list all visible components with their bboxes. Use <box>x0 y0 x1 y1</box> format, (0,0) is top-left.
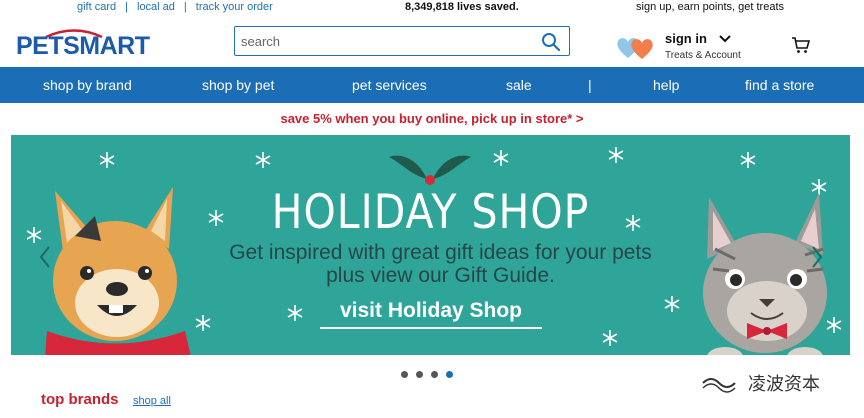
snowflake-icon <box>287 305 303 321</box>
search-input[interactable] <box>241 31 531 51</box>
rewards-promo-link[interactable]: sign up, earn points, get treats <box>636 0 784 14</box>
lives-saved-counter: 8,349,818 lives saved. <box>405 1 519 13</box>
carousel-dots <box>401 371 461 379</box>
nav-sale[interactable]: sale <box>506 77 532 93</box>
carousel-dot-1[interactable] <box>401 371 408 378</box>
pickup-promo-link[interactable]: save 5% when you buy online, pick up in … <box>0 111 864 126</box>
nav-pet-services[interactable]: pet services <box>352 77 427 93</box>
visit-holiday-shop-button[interactable]: visit Holiday Shop <box>320 299 542 329</box>
chevron-down-icon <box>718 35 731 43</box>
site-header: PETSMART sign in Treats & Account <box>0 15 864 67</box>
gift-card-link[interactable]: gift card <box>77 1 116 13</box>
watermark-text: 凌波资本 <box>748 374 820 395</box>
sign-in-label: sign in <box>665 31 707 46</box>
sign-in-menu[interactable]: sign in <box>665 31 731 46</box>
petsmart-logo[interactable]: PETSMART <box>16 26 150 60</box>
banner-subtitle-line1: Get inspired with great gift ideas for y… <box>229 241 652 264</box>
carousel-dot-2[interactable] <box>416 371 423 378</box>
utility-bar: gift card | local ad | track your order 8,34… <box>0 0 864 15</box>
snowflake-icon <box>99 152 115 168</box>
separator: | <box>183 1 187 13</box>
nav-help[interactable]: help <box>653 77 679 93</box>
shop-all-link[interactable]: shop all <box>133 395 171 407</box>
treats-hearts-icon[interactable] <box>616 34 656 60</box>
snowflake-icon <box>493 150 509 166</box>
snowflake-icon <box>740 152 756 168</box>
nav-shop-by-brand[interactable]: shop by brand <box>43 77 132 93</box>
banner-title: HOLIDAY SHOP <box>271 184 590 240</box>
nav-find-a-store[interactable]: find a store <box>745 77 814 93</box>
nav-shop-by-pet[interactable]: shop by pet <box>202 77 274 93</box>
search-icon[interactable] <box>541 32 561 52</box>
top-brands-heading: top brands <box>41 391 119 408</box>
snowflake-icon <box>608 147 624 163</box>
holly-icon <box>389 155 471 185</box>
main-nav: shop by brand shop by pet pet services s… <box>0 67 864 103</box>
logo-wordmark: PETSMART <box>16 32 150 60</box>
local-ad-link[interactable]: local ad <box>137 1 175 13</box>
snowflake-icon <box>195 315 211 331</box>
carousel-dot-4[interactable] <box>446 371 453 378</box>
wechat-watermark-icon <box>702 378 736 393</box>
snowflake-icon <box>255 152 271 168</box>
holiday-banner[interactable]: HOLIDAY SHOP Get inspired with great gif… <box>11 135 850 355</box>
separator: | <box>125 1 128 13</box>
track-order-link[interactable]: track your order <box>196 1 273 13</box>
carousel-dot-3[interactable] <box>431 371 438 378</box>
snowflake-icon <box>602 330 618 346</box>
nav-separator: | <box>588 77 592 93</box>
banner-subtitle-line2: plus view our Gift Guide. <box>326 264 555 287</box>
search-box <box>234 26 570 56</box>
utility-links: gift card | local ad | track your order <box>77 0 273 14</box>
cart-icon[interactable] <box>791 36 811 54</box>
snowflake-icon <box>664 296 680 312</box>
treats-account-label[interactable]: Treats & Account <box>665 50 741 61</box>
